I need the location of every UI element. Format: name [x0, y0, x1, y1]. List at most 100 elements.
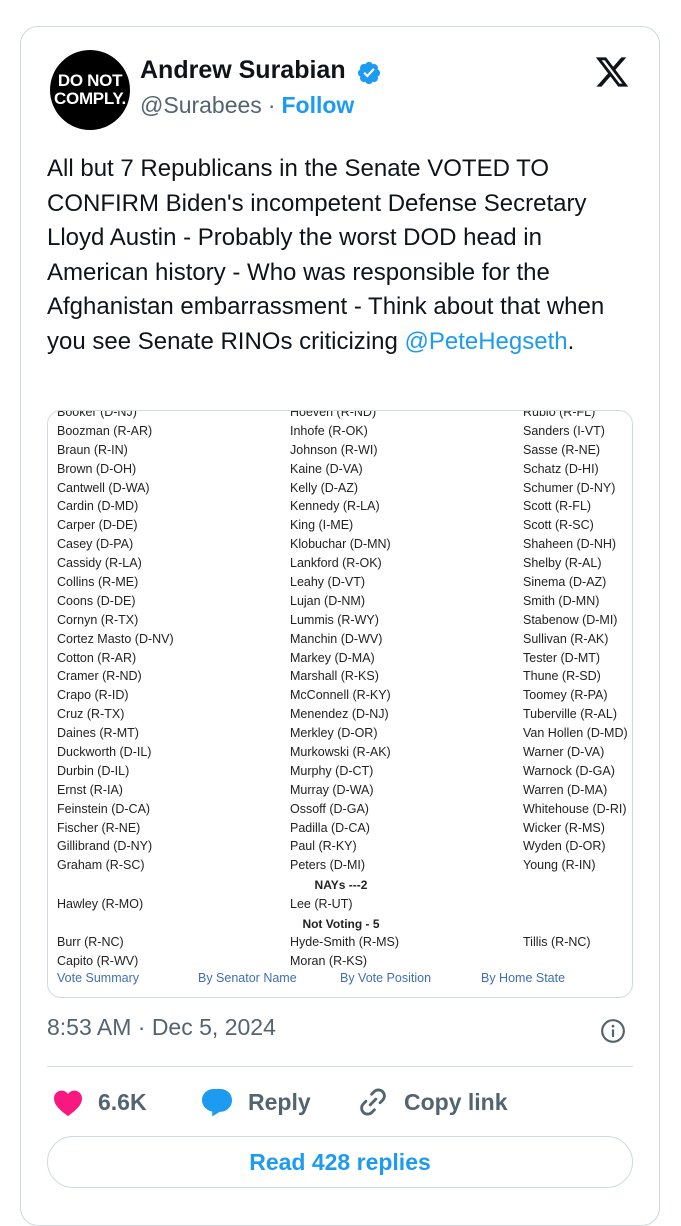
copy-link-button[interactable]: Copy link [356, 1082, 508, 1122]
senator-column-1: Booker (D-NJ) Boozman (R-AR) Braun (R-IN… [57, 410, 174, 875]
tab-by-home-state: By Home State [481, 971, 566, 985]
senator-name: Crapo (R-ID) [57, 688, 129, 703]
senator-name: Carper (D-DE) [57, 518, 138, 533]
vote-results-image[interactable]: Booker (D-NJ) Boozman (R-AR) Braun (R-IN… [47, 410, 633, 998]
senator-name: Ernst (R-IA) [57, 782, 123, 797]
tab-by-senator-name: By Senator Name [198, 971, 297, 985]
senator-name: Brown (D-OH) [57, 461, 137, 476]
not-voting-senator: Capito (R-WV) [57, 954, 139, 968]
senator-name: Cramer (R-ND) [57, 669, 142, 684]
avatar[interactable]: DO NOT COMPLY. [50, 50, 130, 130]
senator-name: Whitehouse (D-RI) [523, 801, 627, 816]
senator-name: Murray (D-WA) [290, 782, 374, 797]
not-voting-senator: Burr (R-NC) [57, 935, 124, 949]
senator-name: Schatz (D-HI) [523, 461, 599, 476]
senator-name: Murkowski (R-AK) [290, 745, 391, 760]
senator-name: Murphy (D-CT) [290, 763, 374, 778]
nay-senator: Hawley (R-MO) [57, 897, 144, 911]
senator-name: Sullivan (R-AK) [523, 631, 609, 646]
senator-name: Hoeven (R-ND) [290, 410, 377, 419]
read-replies-button[interactable]: Read 428 replies [47, 1136, 633, 1188]
senator-name: Leahy (D-VT) [290, 575, 366, 590]
senator-name: Markey (D-MA) [290, 650, 375, 665]
senator-name: Toomey (R-PA) [523, 688, 608, 703]
nay-senator: Lee (R-UT) [290, 897, 353, 911]
senator-name: Lummis (R-WY) [290, 612, 379, 627]
nays-heading: NAYs ---2 [314, 878, 368, 892]
senator-name: Manchin (D-WV) [290, 631, 383, 646]
reply-bubble-icon [202, 1089, 232, 1117]
senator-name: Cassidy (R-LA) [57, 556, 142, 571]
senator-name: McConnell (R-KY) [290, 688, 391, 703]
senator-name: Duckworth (D-IL) [57, 745, 152, 760]
separator-dot: · [267, 92, 276, 118]
tweet-body: All but 7 Republicans in the Senate VOTE… [47, 155, 605, 355]
senator-name: King (I-ME) [290, 518, 354, 533]
senator-name: Marshall (R-KS) [290, 669, 379, 684]
senator-name: Warner (D-VA) [523, 745, 605, 760]
mention-link[interactable]: @PeteHegseth [404, 328, 567, 355]
tweet-text: All but 7 Republicans in the Senate VOTE… [47, 152, 637, 359]
senator-name: Cruz (R-TX) [57, 707, 125, 722]
senator-name: Smith (D-MN) [523, 593, 600, 608]
heart-icon [54, 1090, 82, 1117]
senator-name: Shaheen (D-NH) [523, 537, 617, 552]
avatar-text-line1: DO NOT [57, 71, 123, 90]
tweet-timestamp[interactable]: 8:53 AM · Dec 5, 2024 [47, 1014, 276, 1041]
senator-name: Thune (R-SD) [523, 669, 601, 684]
link-icon [360, 1088, 386, 1116]
verified-badge-icon [357, 61, 381, 85]
author-name[interactable]: Andrew Surabian [140, 56, 346, 85]
senator-name: Sasse (R-NE) [523, 442, 601, 457]
senator-column-3: Rubio (R-FL) Sanders (I-VT) Sasse (R-NE)… [523, 410, 628, 875]
senator-name: Cortez Masto (D-NV) [57, 631, 174, 646]
senator-name: Young (R-IN) [523, 858, 596, 873]
senator-name: Feinstein (D-CA) [57, 801, 151, 816]
author-handle[interactable]: @Surabees [140, 92, 262, 118]
senator-name: Paul (R-KY) [290, 839, 357, 854]
senator-name: Johnson (R-WI) [290, 442, 378, 457]
like-button[interactable]: 6.6K [52, 1082, 147, 1122]
senator-name: Merkley (D-OR) [290, 726, 378, 741]
reply-button[interactable]: Reply [200, 1082, 311, 1122]
not-voting-heading: Not Voting - 5 [302, 917, 380, 931]
senator-name: Klobuchar (D-MN) [290, 537, 391, 552]
senator-name: Lujan (D-NM) [290, 593, 366, 608]
senator-name: Sinema (D-AZ) [523, 575, 607, 590]
not-voting-senator: Hyde-Smith (R-MS) [290, 935, 400, 949]
senator-name: Braun (R-IN) [57, 442, 128, 457]
senator-name: Graham (R-SC) [57, 858, 145, 873]
senator-name: Collins (R-ME) [57, 575, 139, 590]
like-count: 6.6K [98, 1088, 147, 1115]
x-logo-icon[interactable] [592, 54, 632, 90]
senator-name: Wicker (R-MS) [523, 820, 605, 835]
senator-name: Booker (D-NJ) [57, 410, 137, 419]
senator-name: Scott (R-FL) [523, 499, 592, 514]
senator-name: Coons (D-DE) [57, 593, 136, 608]
senator-name: Durbin (D-IL) [57, 763, 130, 778]
senator-name: Kennedy (R-LA) [290, 499, 380, 514]
info-icon[interactable] [600, 1018, 626, 1044]
senator-name: Rubio (R-FL) [523, 410, 596, 419]
not-voting-senator: Tillis (R-NC) [523, 935, 591, 949]
senator-name: Tuberville (R-AL) [523, 707, 618, 722]
senator-name: Boozman (R-AR) [57, 423, 153, 438]
senator-name: Kelly (D-AZ) [290, 480, 359, 495]
copy-link-label: Copy link [404, 1088, 508, 1115]
senator-name: Daines (R-MT) [57, 726, 139, 741]
follow-button[interactable]: Follow [281, 92, 354, 118]
senator-name: Shelby (R-AL) [523, 556, 602, 571]
senator-name: Wyden (D-OR) [523, 839, 606, 854]
senator-name: Stabenow (D-MI) [523, 612, 618, 627]
handle-row: @Surabees · Follow [140, 92, 354, 119]
senator-name: Cardin (D-MD) [57, 499, 139, 514]
senator-name: Cotton (R-AR) [57, 650, 137, 665]
senator-name: Padilla (D-CA) [290, 820, 370, 835]
senator-name: Warren (D-MA) [523, 782, 608, 797]
senator-name: Warnock (D-GA) [523, 763, 615, 778]
senator-name: Peters (D-MI) [290, 858, 365, 873]
senator-name: Schumer (D-NY) [523, 480, 616, 495]
senator-name: Cornyn (R-TX) [57, 612, 139, 627]
tab-vote-summary: Vote Summary [57, 971, 139, 985]
senator-name: Scott (R-SC) [523, 518, 594, 533]
